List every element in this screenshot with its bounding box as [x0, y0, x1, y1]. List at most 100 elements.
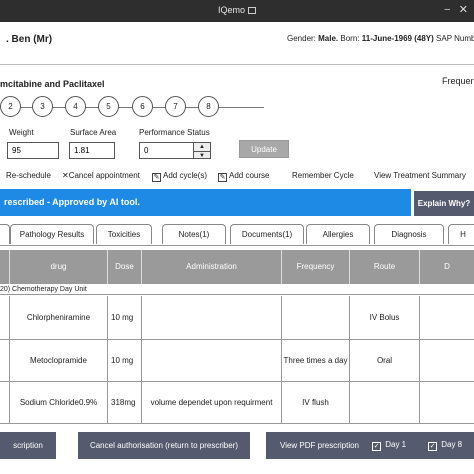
- born-value: 11-June-1969 (48Y): [361, 34, 434, 43]
- cell-day: [420, 340, 474, 381]
- add-course-label: Add course: [229, 171, 270, 180]
- table-header: drug Dose Administration Frequency Route…: [0, 250, 474, 284]
- performance-status-input[interactable]: [139, 142, 194, 159]
- tab-documents[interactable]: Documents(1): [230, 224, 304, 244]
- tab-allergies[interactable]: Allergies: [306, 224, 370, 244]
- edit-icon: ✎: [152, 173, 161, 182]
- cancel-appointment-link[interactable]: ✕Cancel appointment: [62, 171, 140, 180]
- check-icon: ✓: [428, 442, 437, 451]
- cell-dose: 10 mg: [108, 296, 142, 339]
- surface-area-label: Surface Area: [70, 128, 117, 137]
- table-row[interactable]: Chlorpheniramine 10 mg IV Bolus: [0, 296, 474, 340]
- cell-dose: 318mg: [108, 382, 142, 423]
- tab-pathology-results[interactable]: Pathology Results: [10, 224, 94, 244]
- view-treatment-summary-link[interactable]: View Treatment Summary: [374, 171, 466, 180]
- row-select[interactable]: [0, 340, 10, 381]
- cell-administration: volume dependet upon requirment: [142, 382, 282, 423]
- app-icon: [248, 7, 256, 14]
- stepper-down-icon[interactable]: ▼: [194, 151, 210, 159]
- sap-label: SAP Numb: [436, 34, 474, 43]
- prescription-button[interactable]: scription: [0, 432, 56, 459]
- check-icon: ✓: [372, 442, 381, 451]
- row-select[interactable]: [0, 296, 10, 339]
- cell-drug: Chlorpheniramine: [10, 296, 108, 339]
- divider: [0, 64, 474, 65]
- weight-input[interactable]: [7, 142, 59, 159]
- gender-label: Gender:: [287, 34, 316, 43]
- weight-label: Weight: [9, 128, 34, 137]
- tab-diagnosis[interactable]: Diagnosis: [374, 224, 444, 244]
- cell-route: IV Bolus: [350, 296, 420, 339]
- cell-administration: [142, 340, 282, 381]
- performance-stepper[interactable]: ▲ ▼: [193, 142, 211, 159]
- day1-label: Day 1: [385, 440, 407, 449]
- header-route: Route: [350, 250, 420, 284]
- header-day: D: [444, 262, 450, 271]
- row-select[interactable]: [0, 382, 10, 423]
- frequency-label: Frequer: [442, 76, 474, 86]
- cross-icon: ✕: [62, 171, 69, 180]
- action-bar: Re-schedule ✕Cancel appointment ✎ Add cyc…: [0, 169, 474, 183]
- unit-row: 20) Chemotherapy Day Unit: [0, 284, 474, 295]
- table-row[interactable]: Sodium Chloride0.9% 318mg volume depende…: [0, 382, 474, 424]
- cycle-node-6[interactable]: 6: [132, 96, 153, 117]
- close-icon[interactable]: ✕: [459, 3, 468, 16]
- tab-partial[interactable]: [0, 224, 10, 244]
- cycle-progress: 2 3 4 5 6 7 8: [0, 96, 280, 118]
- cell-drug: Metoclopramide: [10, 340, 108, 381]
- cancel-authorisation-button[interactable]: Cancel authorisation (return to prescrib…: [78, 432, 250, 459]
- performance-status-label: Performance Status: [139, 128, 210, 137]
- cell-dose: 10 mg: [108, 340, 142, 381]
- born-label: Born:: [340, 34, 360, 43]
- cell-day: [420, 382, 474, 423]
- update-button[interactable]: Update: [239, 140, 289, 158]
- gender-value: Male.: [318, 34, 339, 43]
- title-bar: IQemo – ✕: [0, 0, 474, 22]
- tab-toxicities[interactable]: Toxicities: [96, 224, 152, 244]
- cycle-node-2[interactable]: 2: [0, 96, 21, 117]
- stepper-up-icon[interactable]: ▲: [194, 143, 210, 151]
- patient-demographics: Gender: Male. Born: 11-June-1969 (48Y) S…: [287, 34, 474, 43]
- header-dose: Dose: [108, 250, 142, 284]
- cycle-node-3[interactable]: 3: [32, 96, 53, 117]
- cell-day: [420, 296, 474, 339]
- cell-frequency: [282, 296, 350, 339]
- edit-icon: ✎: [218, 173, 227, 182]
- header-administration: Administration: [142, 250, 282, 284]
- add-cycles-link[interactable]: ✎ Add cycle(s): [152, 171, 207, 182]
- day1-checkbox[interactable]: ✓ Day 1: [372, 440, 406, 451]
- cell-drug: Sodium Chloride0.9%: [10, 382, 108, 423]
- day8-label: Day 8: [441, 440, 463, 449]
- header-drug: drug: [10, 250, 108, 284]
- surface-area-input[interactable]: [69, 142, 115, 159]
- header-frequency: Frequency: [282, 250, 350, 284]
- cell-frequency: Three times a day: [282, 340, 350, 381]
- table-row[interactable]: Metoclopramide 10 mg Three times a day O…: [0, 340, 474, 382]
- cycle-node-5[interactable]: 5: [98, 96, 119, 117]
- window-title: IQemo: [217, 5, 245, 15]
- view-pdf-button[interactable]: View PDF prescription: [280, 441, 359, 450]
- remember-cycle-link[interactable]: Remember Cycle: [292, 171, 354, 180]
- add-course-link[interactable]: ✎ Add course: [218, 171, 269, 182]
- cycle-node-4[interactable]: 4: [65, 96, 86, 117]
- header-select: [0, 250, 10, 284]
- cycle-node-8[interactable]: 8: [198, 96, 219, 117]
- patient-name: . Ben (Mr): [6, 34, 53, 45]
- day8-checkbox[interactable]: ✓ Day 8: [428, 440, 462, 451]
- cell-route: [350, 382, 420, 423]
- cell-administration: [142, 296, 282, 339]
- cancel-appointment-label: Cancel appointment: [68, 171, 140, 180]
- ai-approval-banner: rescribed - Approved by AI tool.: [0, 189, 411, 216]
- cycle-node-7[interactable]: 7: [165, 96, 186, 117]
- cell-frequency: IV flush: [282, 382, 350, 423]
- reschedule-link[interactable]: Re-schedule: [6, 171, 51, 180]
- cell-route: Oral: [350, 340, 420, 381]
- minimize-icon[interactable]: –: [444, 4, 450, 15]
- regimen-title: mcitabine and Paclitaxel: [0, 79, 105, 89]
- add-cycles-label: Add cycle(s): [163, 171, 208, 180]
- explain-why-button[interactable]: Explain Why?: [414, 191, 474, 216]
- tab-history[interactable]: H: [448, 224, 474, 244]
- tab-notes[interactable]: Notes(1): [162, 224, 226, 244]
- banner-text: rescribed - Approved by AI tool.: [4, 197, 140, 207]
- tab-bar: Pathology Results Toxicities Notes(1) Do…: [0, 222, 474, 246]
